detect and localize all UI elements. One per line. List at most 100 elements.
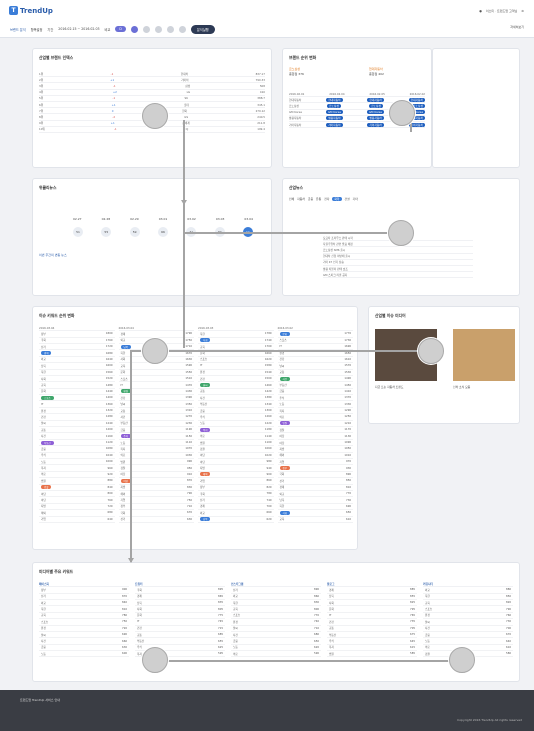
keyword-count: 600 — [122, 652, 127, 656]
keyword: 남북 — [329, 595, 334, 599]
keyword-count: 1140 — [264, 434, 272, 438]
news-item[interactable]: GM 스파크 리콜 공지 — [323, 272, 473, 279]
date-range[interactable]: 2016.02.15 ~ 2016.02.03 — [58, 27, 99, 31]
keyword-count: 1030 — [185, 453, 192, 457]
keyword: 법원 — [279, 421, 290, 426]
keyword: 사건 — [233, 633, 238, 637]
compare-cell[interactable]: 현대자동차 — [289, 98, 301, 102]
news-tab[interactable]: 전자 — [324, 197, 329, 201]
keyword-count: 1300 — [264, 409, 272, 413]
media-image-b[interactable] — [453, 329, 515, 381]
keyword-count: 830 — [314, 601, 319, 605]
rank-cell[interactable]: 기업 640 — [39, 517, 115, 523]
keyword-count: 1560 — [105, 370, 113, 374]
rank-cell[interactable]: 남북 620 — [198, 517, 274, 523]
analyze-button[interactable]: 분석실행 — [190, 24, 215, 34]
keyword-count: 655 — [218, 639, 223, 643]
compare-cell[interactable]: 기아자동차 — [289, 123, 301, 127]
media-keyword[interactable]: 의료 590 — [231, 651, 321, 658]
news-tab[interactable]: 유통 — [316, 197, 321, 201]
news-tab[interactable]: 건설 — [345, 197, 350, 201]
option-4[interactable] — [166, 25, 174, 33]
keyword: 여당 — [200, 454, 205, 458]
settings-icon[interactable]: ⚙ — [521, 9, 524, 13]
compare-cell[interactable]: GM Korea — [326, 110, 343, 115]
keyword: 기업 — [41, 518, 46, 522]
compare-cell[interactable]: 현대자동차 — [367, 97, 384, 102]
change-cell: -1 — [110, 71, 114, 76]
keyword-count: 1650 — [344, 351, 351, 355]
rank-cell[interactable]: 교육 610 — [277, 517, 353, 523]
compare-cell[interactable]: 르노삼성 — [289, 104, 299, 108]
compare-cell[interactable]: 쌍용자동차 — [326, 116, 343, 121]
keyword: 건강 — [137, 627, 142, 631]
keyword-count: 1100 — [264, 441, 272, 445]
keyword: 외교 — [120, 339, 126, 343]
news-tab[interactable]: 기타 — [353, 197, 358, 201]
compare-cell[interactable]: GM Korea — [289, 110, 302, 114]
keyword-count: 1040 — [105, 453, 113, 457]
keyword-count: 825 — [410, 601, 415, 605]
keyword-count: 900 — [122, 588, 127, 592]
keyword: 남북 — [137, 601, 142, 605]
keyword: 북한 — [233, 601, 238, 605]
compare-cell[interactable]: 쌍용자동차 — [367, 116, 384, 121]
app-logo[interactable]: T TrendUp — [9, 6, 53, 15]
keyword-count: 1280 — [105, 415, 113, 419]
compare-cell[interactable]: 기아자동차 — [326, 122, 343, 127]
score-cell: 508 — [259, 83, 265, 88]
footer: 트렌드업 TrendUp 서비스 안내 Copyright 2016 Trend… — [0, 690, 534, 731]
marker-1 — [142, 103, 168, 129]
media-keyword[interactable]: 법원 585 — [327, 651, 417, 658]
keyword-count: 1610 — [344, 357, 351, 361]
compare-cell[interactable]: 르노삼성 — [369, 103, 383, 108]
period-toggle[interactable]: D — [115, 26, 126, 32]
keyword-count: 1130 — [344, 434, 351, 438]
keyword: 날씨 — [200, 383, 211, 387]
media-keyword[interactable]: 노동 600 — [39, 651, 129, 658]
compare-cell[interactable]: GM Korea — [367, 110, 384, 115]
keyword-count: 740 — [266, 498, 272, 502]
user-area[interactable]: ● 이소미 · 트렌드업 고객님 ⚙ — [479, 9, 524, 13]
news-tab[interactable]: 전체 — [289, 197, 294, 201]
news-tab[interactable]: 자동차 — [297, 197, 305, 201]
keyword-count: 1010 — [344, 453, 351, 457]
option-2[interactable] — [142, 25, 150, 33]
keyword-count: 1460 — [264, 383, 272, 387]
keyword: 날씨 — [41, 633, 46, 637]
category-select[interactable]: 브랜드 분석 — [10, 27, 26, 32]
more-link[interactable]: 자세히보기 — [510, 25, 524, 29]
keyword-count: 1250 — [344, 415, 351, 419]
score-cell: 279.12 — [255, 108, 265, 113]
option-1[interactable] — [130, 25, 138, 33]
compare-cell[interactable]: 쌍용자동차 — [289, 116, 301, 120]
keyword-count: 930 — [346, 466, 351, 470]
keyword-count: 680 — [107, 511, 113, 515]
keyword: 문화 — [279, 331, 290, 336]
news-tab[interactable]: 화학 — [332, 197, 342, 201]
chart-value: 66 — [157, 227, 168, 237]
keyword: 경제 — [329, 588, 334, 592]
keyword-count: 820 — [266, 485, 272, 489]
option-5[interactable] — [178, 25, 186, 33]
change-cell: +1 — [110, 121, 115, 126]
keyword-count: 1220 — [264, 421, 272, 425]
keyword-count: 970 — [346, 460, 351, 464]
keyword-count: 1530 — [344, 370, 351, 374]
rank-cell: 2위 — [39, 77, 44, 82]
keyword: 외교 — [425, 588, 430, 592]
keyword: 금융 — [200, 409, 205, 413]
item-select[interactable]: 항목설정 — [31, 27, 43, 32]
keyword: 교통 — [200, 390, 205, 394]
keyword-count: 1760 — [105, 338, 113, 342]
news-tab[interactable]: 금융 — [308, 197, 313, 201]
compare-cell[interactable]: 기아자동차 — [367, 122, 384, 127]
compare-cell[interactable]: 현대자동차 — [326, 97, 343, 102]
keyword: 정부 — [41, 332, 46, 336]
compare-cell[interactable]: 현대자동차 — [408, 97, 425, 102]
option-3[interactable] — [154, 25, 162, 33]
compare-cell[interactable]: 르노삼성 — [327, 103, 341, 108]
keyword-count: 1730 — [344, 338, 351, 342]
compare-card-ext — [432, 48, 520, 168]
compare-col: 2016.02.02 — [409, 91, 425, 96]
